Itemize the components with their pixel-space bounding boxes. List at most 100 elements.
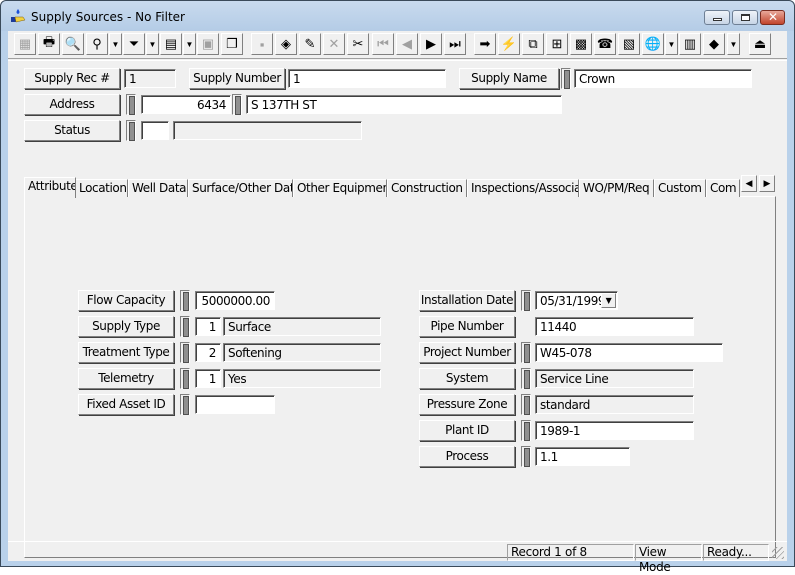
resize-grip[interactable] bbox=[772, 547, 784, 559]
edit-pencil-icon: ✎ bbox=[304, 36, 316, 51]
telemetry-button[interactable]: Telemetry bbox=[78, 368, 174, 389]
minimize-button[interactable] bbox=[704, 10, 730, 25]
copy-record-button[interactable]: ❐ bbox=[221, 33, 243, 55]
record-position-status: Record 1 of 8 bbox=[507, 544, 634, 561]
book-dropdown-button[interactable]: ▼ bbox=[727, 33, 740, 55]
pipe-number-button[interactable]: Pipe Number bbox=[419, 316, 515, 337]
toolbar: ▦ 🖶 🔍 ⚲ ▼ ⏷ ▼ ▤ ▼ ▣ ❐ ▪ ◈ ✎ ✕ ✂ ⏮ ◀ ▶ ⏭ ➡ ⚡ ⧉ ⊞ ▩ ☎ ▧ 🌐 ▼ ▥ ◆ ▼ ⏏ bbox=[8, 31, 787, 59]
book-dropdown-icon: ▼ bbox=[729, 39, 738, 49]
add-record-button[interactable]: ◈ bbox=[275, 33, 297, 55]
supply-type-code-field[interactable]: 1 bbox=[195, 317, 221, 336]
water-drop-hand-icon bbox=[11, 9, 26, 23]
first-record-button[interactable]: ⏮ bbox=[372, 33, 394, 55]
flow-capacity-button[interactable]: Flow Capacity bbox=[78, 290, 174, 311]
supply-number-field[interactable]: 1 bbox=[288, 69, 446, 88]
tab-surface-other-data[interactable]: Surface/Other Data bbox=[188, 179, 293, 197]
supply-name-indicator bbox=[561, 68, 571, 89]
save-button[interactable]: ▪ bbox=[251, 33, 273, 55]
report-button[interactable]: ▤ bbox=[160, 33, 182, 55]
fixed-asset-id-button[interactable]: Fixed Asset ID bbox=[78, 394, 174, 415]
tab-inspections-associations[interactable]: Inspections/Associations bbox=[467, 179, 579, 197]
close-button[interactable]: ✕ bbox=[760, 10, 785, 25]
status-button[interactable]: Status bbox=[24, 120, 120, 141]
tab-wo-pm-req[interactable]: WO/PM/Req bbox=[579, 179, 654, 197]
find-button[interactable]: ⚲ bbox=[86, 33, 108, 55]
previous-record-button[interactable]: ◀ bbox=[396, 33, 418, 55]
installation-date-picker[interactable]: 05/31/1999 ▼ bbox=[535, 291, 618, 310]
project-number-field[interactable]: W45-078 bbox=[535, 343, 723, 362]
pipe-number-field[interactable]: 11440 bbox=[535, 317, 694, 336]
installation-date-indicator bbox=[521, 290, 531, 311]
installation-date-button[interactable]: Installation Date bbox=[419, 290, 515, 311]
filter-dropdown-button[interactable]: ▼ bbox=[146, 33, 159, 55]
next-record-button[interactable]: ▶ bbox=[420, 33, 442, 55]
supply-name-field[interactable]: Crown bbox=[574, 69, 752, 88]
book-button[interactable]: ◆ bbox=[703, 33, 725, 55]
supply-name-button[interactable]: Supply Name bbox=[459, 68, 559, 89]
edit-pencil-button[interactable]: ✎ bbox=[299, 33, 321, 55]
properties-icon: ▣ bbox=[201, 36, 215, 51]
filter-icon: ⏷ bbox=[128, 36, 140, 51]
supply-type-button[interactable]: Supply Type bbox=[78, 316, 174, 337]
treatment-type-description: Softening bbox=[223, 343, 381, 362]
flow-capacity-field[interactable]: 5000000.00 bbox=[195, 291, 275, 310]
attachments-button[interactable]: ▧ bbox=[618, 33, 640, 55]
address-street-field[interactable]: S 137TH ST bbox=[246, 95, 562, 114]
tab-custom[interactable]: Custom bbox=[654, 179, 706, 197]
address-number-field[interactable]: 6434 bbox=[141, 95, 231, 114]
print-button[interactable]: 🖶 bbox=[38, 33, 60, 55]
exit-button[interactable]: ⏏ bbox=[749, 33, 771, 55]
globe-button[interactable]: 🌐 bbox=[642, 33, 664, 55]
tab-other-equipment[interactable]: Other Equipment bbox=[293, 179, 387, 197]
calculator-button[interactable]: ▥ bbox=[679, 33, 701, 55]
treatment-type-code-field[interactable]: 2 bbox=[195, 343, 221, 362]
tab-attributes[interactable]: Attributes bbox=[24, 177, 76, 198]
app-window: Supply Sources - No Filter ✕ ▦ 🖶 🔍 ⚲ ▼ ⏷ ▼ ▤ ▼ ▣ ❐… bbox=[0, 0, 795, 574]
process-field[interactable]: 1.1 bbox=[535, 447, 630, 466]
supply-number-button[interactable]: Supply Number bbox=[189, 68, 285, 89]
tab-com[interactable]: Com bbox=[706, 179, 740, 197]
chevron-down-icon[interactable]: ▼ bbox=[601, 293, 616, 308]
address-button[interactable]: Address bbox=[24, 94, 120, 115]
pressure-zone-indicator bbox=[521, 394, 531, 415]
tab-scroll-right-button[interactable]: ▶ bbox=[759, 175, 775, 192]
print-preview-button[interactable]: 🔍 bbox=[62, 33, 84, 55]
goto-arrow-button[interactable]: ➡ bbox=[474, 33, 496, 55]
pressure-zone-button[interactable]: Pressure Zone bbox=[419, 394, 515, 415]
status-code-field[interactable] bbox=[141, 121, 169, 140]
project-number-button[interactable]: Project Number bbox=[419, 342, 515, 363]
treatment-type-button[interactable]: Treatment Type bbox=[78, 342, 174, 363]
tab-scroll-left-button[interactable]: ◀ bbox=[741, 175, 757, 192]
find-dropdown-button[interactable]: ▼ bbox=[109, 33, 122, 55]
find-icon: ⚲ bbox=[92, 36, 102, 51]
delete-button[interactable]: ✕ bbox=[323, 33, 345, 55]
process-button[interactable]: Process bbox=[419, 446, 515, 467]
project-number-indicator bbox=[521, 342, 531, 363]
tab-construction[interactable]: Construction bbox=[387, 179, 467, 197]
report-dropdown-button[interactable]: ▼ bbox=[183, 33, 196, 55]
status-indicator bbox=[126, 120, 136, 141]
workflow-button[interactable]: ⧉ bbox=[522, 33, 544, 55]
last-record-button[interactable]: ⏭ bbox=[444, 33, 466, 55]
map-button[interactable]: ▩ bbox=[570, 33, 592, 55]
filter-button[interactable]: ⏷ bbox=[123, 33, 145, 55]
cut-button[interactable]: ✂ bbox=[347, 33, 369, 55]
fixed-asset-id-field[interactable] bbox=[195, 395, 275, 414]
supply-rec-button[interactable]: Supply Rec # bbox=[24, 68, 120, 89]
system-button[interactable]: System bbox=[419, 368, 515, 389]
tab-well-data[interactable]: Well Data bbox=[128, 179, 188, 197]
globe-dropdown-button[interactable]: ▼ bbox=[665, 33, 678, 55]
phone-button[interactable]: ☎ bbox=[594, 33, 616, 55]
plant-id-field[interactable]: 1989-1 bbox=[535, 421, 694, 440]
plant-id-button[interactable]: Plant ID bbox=[419, 420, 515, 441]
grid-view-button[interactable]: ▦ bbox=[14, 33, 36, 55]
maximize-button[interactable] bbox=[732, 10, 758, 25]
title-bar[interactable]: Supply Sources - No Filter ✕ bbox=[1, 1, 794, 31]
tab-location[interactable]: Location bbox=[75, 179, 128, 197]
connectivity-button[interactable]: ⊞ bbox=[546, 33, 568, 55]
properties-button[interactable]: ▣ bbox=[197, 33, 219, 55]
process-indicator bbox=[521, 446, 531, 467]
close-icon: ✕ bbox=[768, 10, 779, 24]
quick-action-button[interactable]: ⚡ bbox=[498, 33, 520, 55]
telemetry-code-field[interactable]: 1 bbox=[195, 369, 221, 388]
